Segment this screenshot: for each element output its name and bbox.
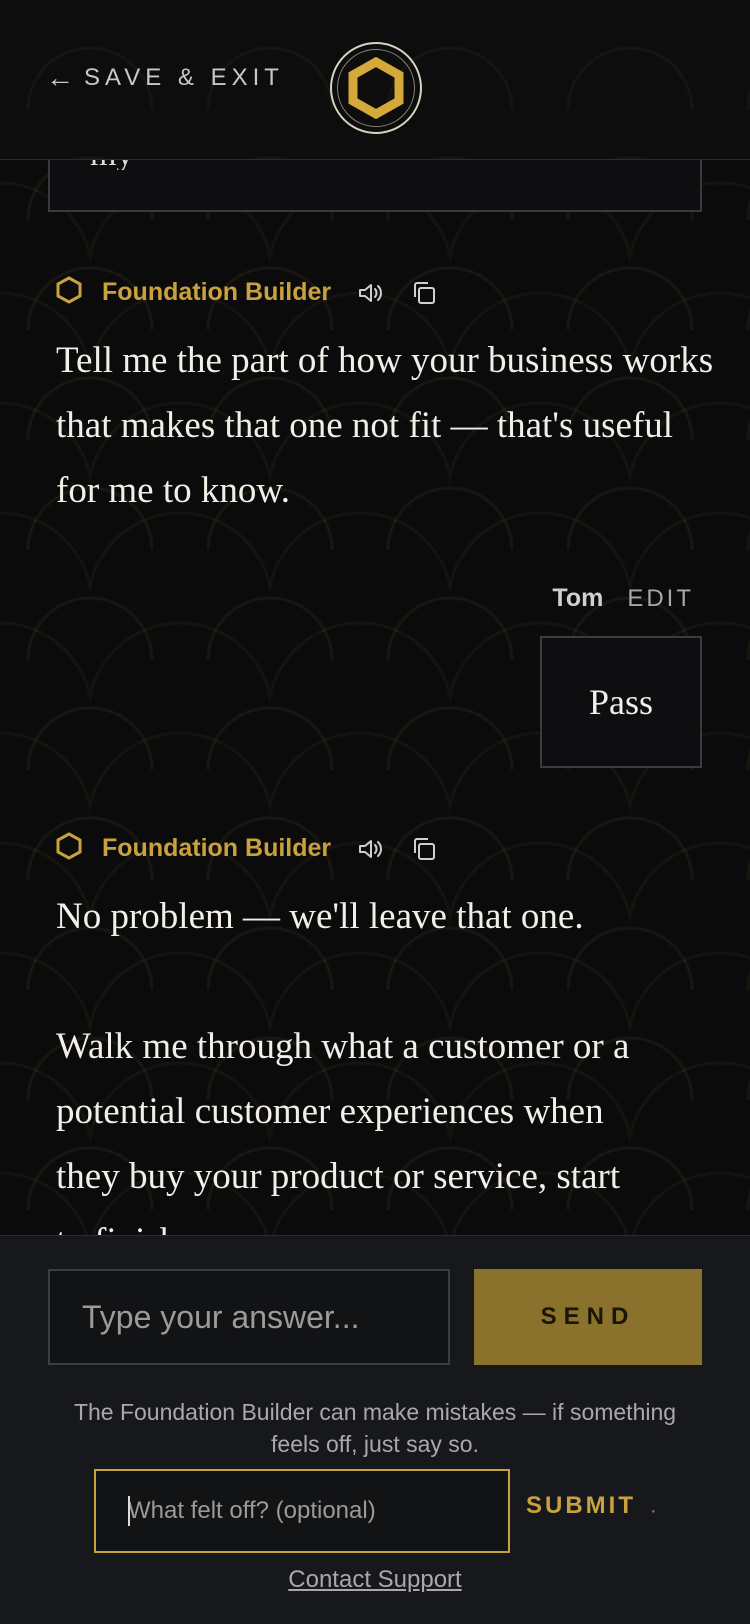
assistant-message-text: No problem — we'll leave that one. Walk … (56, 884, 656, 1274)
answer-input[interactable] (48, 1269, 450, 1365)
feedback-input[interactable] (94, 1469, 510, 1553)
back-arrow-icon: ← (46, 62, 74, 93)
speaker-icon[interactable] (357, 837, 385, 861)
message-paragraph: No problem — we'll leave that one. (56, 896, 584, 937)
disclaimer-text: The Foundation Builder can make mistakes… (73, 1399, 677, 1457)
user-message-bubble: Pass (540, 636, 702, 768)
speaker-icon[interactable] (357, 281, 385, 305)
contact-support-link[interactable]: Contact Support (0, 1566, 750, 1594)
copy-icon[interactable] (411, 280, 437, 306)
separator-dot: · (650, 1500, 657, 1522)
text-cursor (128, 1496, 130, 1526)
assistant-message-header: Foundation Builder (56, 832, 463, 865)
message-paragraph: Tell me the part of how your business wo… (56, 340, 714, 511)
sender-name: Foundation Builder (102, 834, 332, 862)
save-and-exit-label: SAVE & EXIT (84, 64, 284, 91)
user-message-header: Tom EDIT (552, 584, 694, 613)
send-button[interactable]: SEND (474, 1269, 702, 1365)
save-and-exit-button[interactable]: ← SAVE & EXIT (46, 62, 284, 94)
chat-page: ← SAVE & EXIT my Foundation Builder Tell… (0, 0, 750, 1624)
assistant-message-text: Tell me the part of how your business wo… (56, 328, 716, 523)
edit-button[interactable]: EDIT (627, 585, 694, 613)
hexagon-icon (56, 276, 82, 309)
hexagon-logo-icon (330, 42, 422, 134)
copy-icon[interactable] (411, 836, 437, 862)
sender-name: Foundation Builder (102, 278, 332, 306)
submit-feedback-button[interactable]: SUBMIT (526, 1492, 636, 1520)
assistant-message-header: Foundation Builder (56, 276, 463, 309)
user-name: Tom (552, 584, 604, 612)
hexagon-icon (56, 832, 82, 865)
composer: SEND The Foundation Builder can make mis… (0, 1235, 750, 1624)
header: ← SAVE & EXIT (0, 0, 750, 160)
user-message-text: Pass (588, 682, 654, 722)
